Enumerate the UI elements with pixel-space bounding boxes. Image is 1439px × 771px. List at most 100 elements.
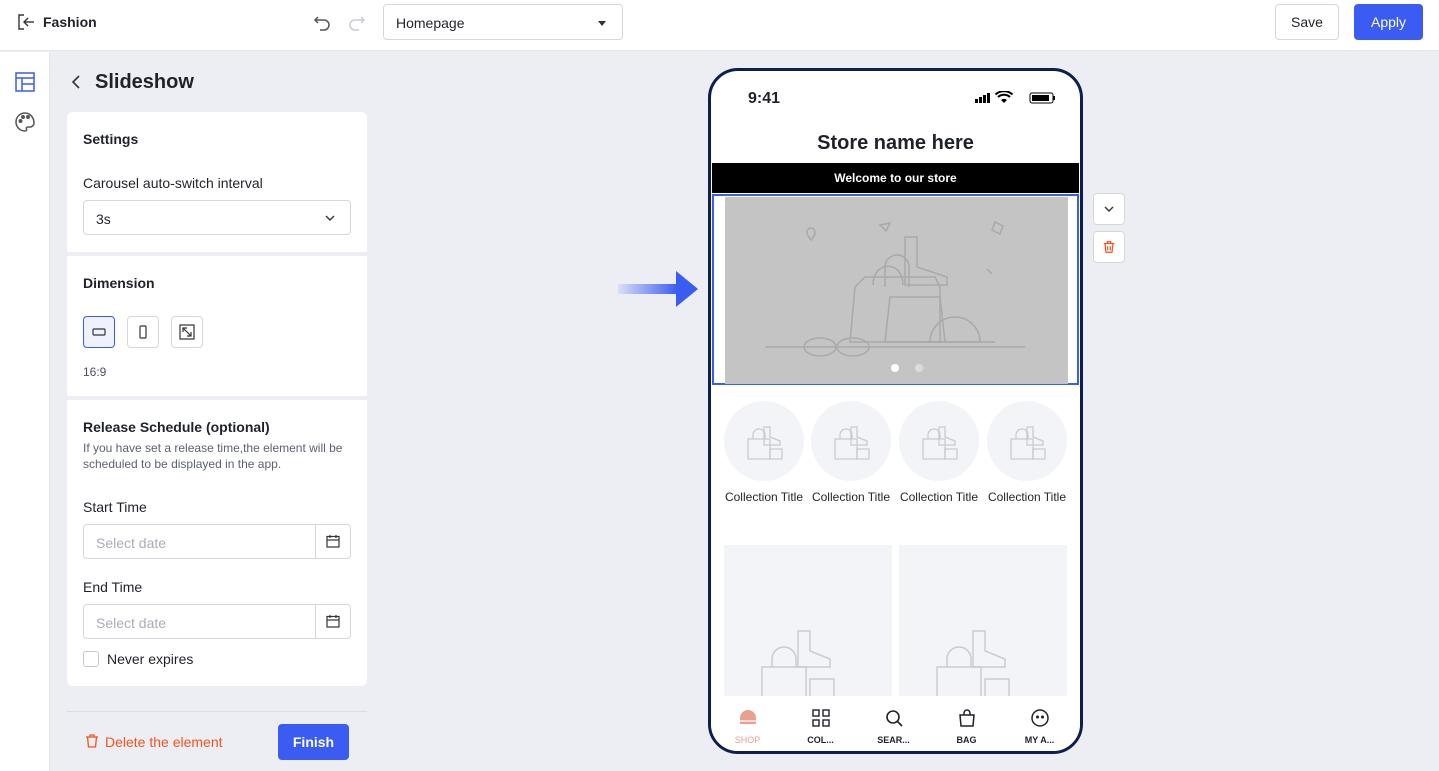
redo-icon[interactable] [347,13,367,33]
trash-icon [1103,241,1115,253]
bag-placeholder-icon [922,426,958,460]
fashion-illustration-icon [765,220,1025,357]
grid-icon [812,709,830,727]
collection-title: Collection Title [987,490,1067,504]
calendar-button[interactable] [315,605,350,638]
dimension-ratio: 16:9 [83,365,107,379]
product-placeholder-icon [761,630,835,705]
page-select-value: Homepage [396,15,465,31]
collection-image [724,401,804,481]
apply-button[interactable]: Apply [1354,4,1423,40]
bottom-tab-bar: SHOP COL... SEAR... BAG MY A... [711,696,1080,751]
collection-item[interactable]: Collection Title [724,401,804,505]
never-expires-label[interactable]: Never expires [107,651,193,667]
slideshow-block[interactable] [712,194,1079,385]
dimension-fit-button[interactable] [171,316,203,348]
calendar-icon [326,615,340,628]
chevron-down-icon [1104,206,1114,212]
tab-label: MY A... [1024,735,1055,745]
interval-label: Carousel auto-switch interval [83,175,263,191]
tab-label: SHOP [734,735,761,745]
page-select[interactable]: Homepage [383,4,623,40]
expand-icon [179,324,195,340]
bag-placeholder-icon [747,426,783,460]
panel-footer: Delete the element Finish [67,711,367,771]
tab-account[interactable]: MY A... [1003,696,1076,751]
dimension-title: Dimension [83,275,155,291]
product-placeholder-icon [936,630,1010,705]
calendar-button[interactable] [315,525,350,558]
dimension-landscape-button[interactable] [83,316,115,348]
collection-item[interactable]: Collection Title [899,401,979,505]
collection-image [811,401,891,481]
finish-button[interactable]: Finish [278,724,349,760]
back-icon[interactable] [67,73,85,91]
collection-item[interactable]: Collection Title [811,401,891,505]
bag-icon [959,709,975,727]
slideshow-placeholder-image [725,197,1068,384]
collection-title: Collection Title [899,490,979,504]
start-time-label: Start Time [83,499,147,515]
end-date-input[interactable]: Select date [83,604,351,639]
slide-dot[interactable] [915,364,923,372]
delete-block-button[interactable] [1093,231,1125,263]
exit-icon[interactable] [16,12,36,32]
account-icon [1031,709,1049,727]
tab-label: SEAR... [877,735,910,745]
never-expires-checkbox[interactable] [83,651,99,667]
phone-preview: 9:41 Store name here Welcome to our stor… [708,68,1083,754]
collapse-button[interactable] [1093,193,1125,225]
tab-label: COL... [807,735,834,745]
slide-dot-active[interactable] [891,364,899,372]
panel-title: Slideshow [95,71,194,93]
product-card[interactable] [899,545,1067,705]
layout-icon[interactable] [14,71,36,93]
collection-item[interactable]: Collection Title [987,401,1067,505]
delete-element-label: Delete the element [105,734,223,750]
bag-placeholder-icon [834,426,870,460]
undo-icon[interactable] [312,13,332,33]
chevron-down-icon [325,215,335,221]
top-bar: Fashion Homepage Save Apply [0,0,1439,51]
end-date-placeholder: Select date [96,615,167,631]
left-rail [0,52,50,771]
schedule-description: If you have set a release time,the eleme… [83,441,343,471]
collection-title: Collection Title [724,490,804,504]
start-date-input[interactable]: Select date [83,524,351,559]
trash-icon [86,734,98,748]
interval-value: 3s [96,211,111,227]
collection-image [899,401,979,481]
save-button[interactable]: Save [1275,4,1339,40]
tab-label: BAG [956,735,977,745]
interval-select[interactable]: 3s [83,200,351,235]
tab-search[interactable]: SEAR... [857,696,930,751]
bag-placeholder-icon [1010,426,1046,460]
caret-down-icon [598,21,606,26]
calendar-icon [326,535,340,548]
collection-title: Collection Title [811,490,891,504]
dimension-portrait-button[interactable] [127,316,159,348]
arrow-right-icon [618,271,698,307]
status-time: 9:41 [748,90,781,107]
portrait-icon [139,325,147,339]
dimension-card: Dimension 16:9 [67,256,367,396]
home-icon [740,710,756,724]
product-card[interactable] [724,545,892,705]
start-date-placeholder: Select date [96,535,167,551]
status-icons [975,91,1055,104]
landscape-icon [92,328,106,336]
tab-shop[interactable]: SHOP [711,696,784,751]
schedule-title: Release Schedule (optional) [83,419,270,435]
tab-collections[interactable]: COL... [784,696,857,751]
collection-image [987,401,1067,481]
end-time-label: End Time [83,579,143,595]
store-name: Store name here [817,132,974,154]
settings-title: Settings [83,131,139,147]
app-name: Fashion [43,14,97,30]
search-icon [886,710,903,727]
announcement-bar: Welcome to our store [712,163,1079,193]
schedule-card: Release Schedule (optional) If you have … [67,400,367,686]
settings-card: Settings Carousel auto-switch interval 3… [67,112,367,252]
palette-icon[interactable] [14,111,36,133]
tab-bag[interactable]: BAG [930,696,1003,751]
